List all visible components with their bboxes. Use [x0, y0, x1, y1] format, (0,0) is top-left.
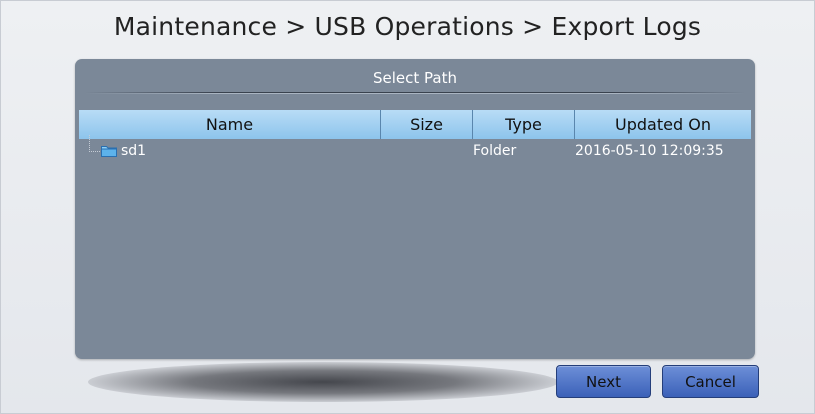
cancel-button[interactable]: Cancel [662, 365, 759, 398]
column-header-size[interactable]: Size [381, 110, 473, 139]
row-name: sd1 [121, 143, 147, 159]
title-divider-highlight [85, 93, 745, 94]
row-name-cell: sd1 [79, 135, 381, 159]
decorative-shadow [88, 362, 558, 402]
column-header-updated-on[interactable]: Updated On [575, 110, 751, 139]
row-type: Folder [473, 143, 517, 159]
file-list: sd1 Folder 2016-05-10 12:09:35 [79, 135, 751, 163]
row-updated-on: 2016-05-10 12:09:35 [575, 143, 724, 159]
select-path-dialog: Select Path Name Size Type Updated On sd… [75, 59, 755, 359]
breadcrumb: Maintenance > USB Operations > Export Lo… [113, 12, 702, 41]
table-header: Name Size Type Updated On [79, 110, 751, 139]
tree-connector [89, 135, 100, 152]
folder-icon [101, 145, 117, 157]
column-header-name[interactable]: Name [79, 110, 381, 139]
next-button[interactable]: Next [556, 365, 651, 398]
column-header-type[interactable]: Type [473, 110, 575, 139]
dialog-title: Select Path [373, 69, 457, 87]
table-row[interactable]: sd1 Folder 2016-05-10 12:09:35 [79, 135, 751, 163]
